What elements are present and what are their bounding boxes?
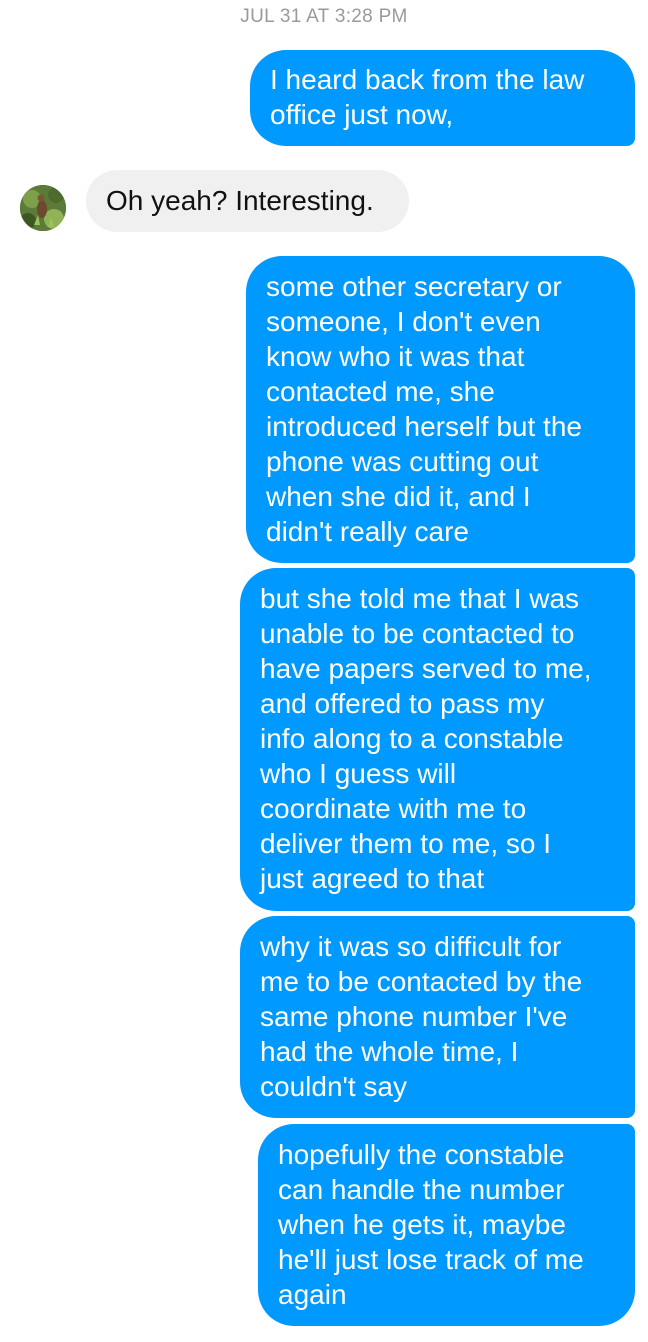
- outgoing-message[interactable]: some other secretary or someone, I don't…: [246, 256, 635, 563]
- outgoing-message[interactable]: I heard back from the law office just no…: [250, 50, 635, 146]
- conversation-timestamp: JUL 31 AT 3:28 PM: [240, 6, 408, 27]
- outgoing-message[interactable]: but she told me that I was unable to be …: [240, 568, 635, 911]
- contact-avatar[interactable]: [20, 185, 66, 231]
- outgoing-message[interactable]: hopefully the constable can handle the n…: [258, 1124, 635, 1326]
- profile-photo-icon: [20, 185, 66, 231]
- incoming-message[interactable]: Oh yeah? Interesting.: [86, 170, 409, 232]
- outgoing-message[interactable]: why it was so difficult for me to be con…: [240, 916, 635, 1118]
